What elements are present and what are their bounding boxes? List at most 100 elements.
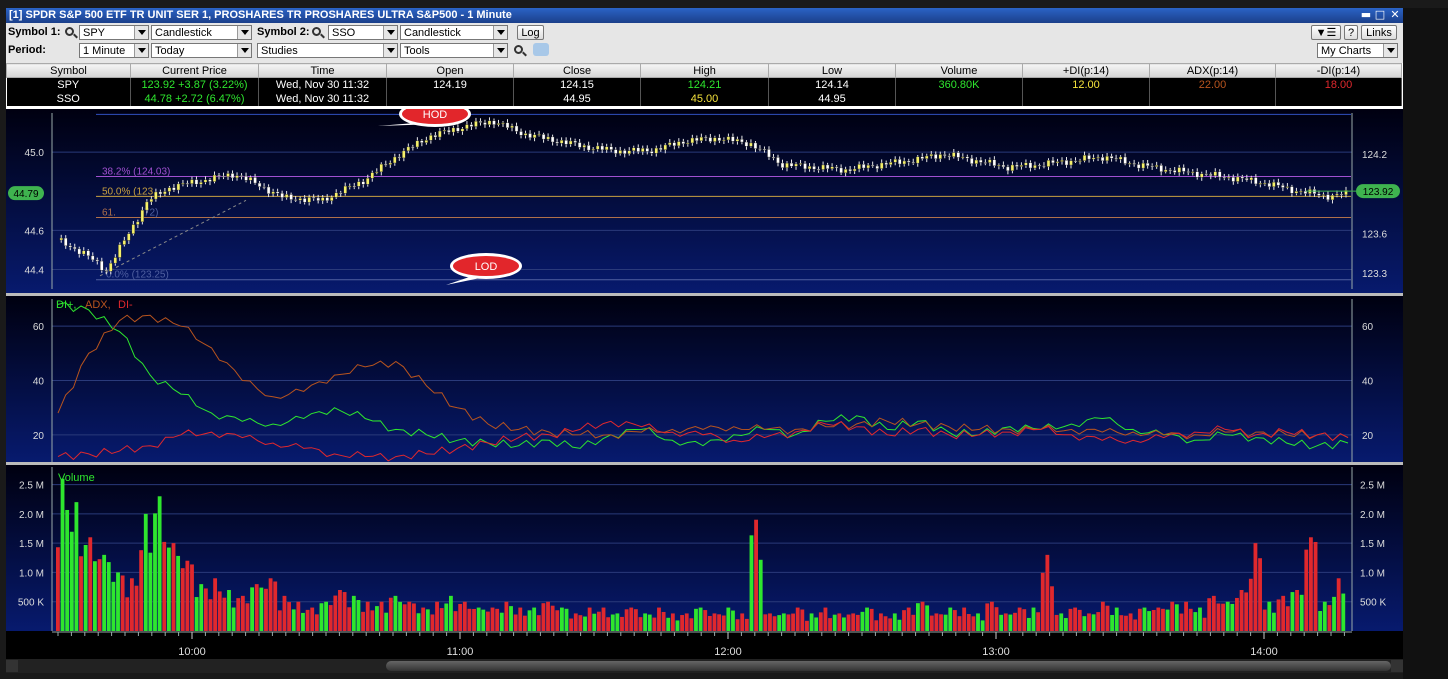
- candle-body: [1172, 170, 1177, 173]
- right-tick-label: 2.5 M: [1360, 481, 1385, 492]
- my-charts-select[interactable]: My Charts: [1317, 43, 1398, 58]
- candle-body: [704, 136, 708, 139]
- candle-body: [176, 183, 181, 191]
- volume-bar: [65, 509, 70, 631]
- volume-bar: [846, 614, 851, 631]
- volume-bar: [1276, 599, 1281, 631]
- chevron-down-icon[interactable]: [134, 26, 148, 39]
- candle-body: [1163, 169, 1168, 173]
- volume-bar: [1161, 608, 1165, 631]
- column-header[interactable]: Close: [513, 63, 641, 78]
- chart-canvas[interactable]: 45.0 44.6 44.4 124.2 123.6 123.3 38.2% (124.03…: [6, 109, 1403, 669]
- column-header[interactable]: -DI(p:14): [1275, 63, 1402, 78]
- column-header[interactable]: Low: [768, 63, 896, 78]
- column-header[interactable]: +DI(p:14): [1022, 63, 1150, 78]
- candle-body: [194, 179, 199, 185]
- candle-body: [1109, 155, 1114, 159]
- studies-select[interactable]: Studies: [257, 43, 398, 58]
- volume-bar: [569, 618, 574, 631]
- chart-type2-select[interactable]: Candlestick: [400, 25, 508, 40]
- volume-bar: [633, 609, 638, 631]
- column-header[interactable]: Current Price: [130, 63, 259, 78]
- cell-symbol: SPY: [6, 77, 131, 92]
- volume-bar: [980, 620, 985, 631]
- help-button[interactable]: ?: [1344, 25, 1358, 40]
- column-header[interactable]: Open: [386, 63, 514, 78]
- candle-body: [1132, 163, 1136, 165]
- scroll-left-icon[interactable]: [6, 660, 18, 672]
- symbol2-input[interactable]: SSO: [328, 25, 398, 40]
- tools-select[interactable]: Tools: [400, 43, 508, 58]
- volume-bar: [1313, 541, 1318, 631]
- volume-bar: [157, 496, 162, 631]
- volume-bar: [638, 617, 643, 631]
- candle-body: [1231, 176, 1236, 182]
- candle-body: [109, 262, 113, 272]
- table-row[interactable]: SPY 123.92 +3.87 (3.22%) Wed, Nov 30 11:…: [6, 77, 1402, 92]
- candle-body: [1213, 171, 1217, 176]
- scroll-right-icon[interactable]: [1391, 660, 1403, 672]
- chevron-down-icon[interactable]: [1383, 44, 1397, 57]
- volume-bar: [1073, 607, 1078, 631]
- chevron-down-icon[interactable]: [383, 26, 397, 39]
- chart-type1-select[interactable]: Candlestick: [151, 25, 252, 40]
- links-button[interactable]: Links: [1361, 25, 1397, 40]
- candle-body: [397, 156, 402, 159]
- volume-bar: [88, 537, 93, 631]
- chevron-down-icon[interactable]: [134, 44, 148, 57]
- column-header[interactable]: High: [640, 63, 769, 78]
- period-select[interactable]: 1 Minute: [79, 43, 149, 58]
- range-select[interactable]: Today: [151, 43, 252, 58]
- candle-body: [595, 145, 600, 150]
- chevron-down-icon[interactable]: [493, 44, 507, 57]
- menu-button[interactable]: ▼☰: [1311, 25, 1341, 40]
- candle-body: [64, 237, 68, 247]
- candle-body: [726, 136, 731, 141]
- zoom-icon[interactable]: [514, 45, 523, 54]
- symbol1-search-icon[interactable]: [65, 27, 74, 36]
- volume-bar: [726, 607, 731, 631]
- volume-bar: [735, 619, 740, 631]
- candle-body: [311, 197, 316, 199]
- column-header[interactable]: Volume: [895, 63, 1023, 78]
- scroll-thumb[interactable]: [386, 661, 1391, 671]
- candle-body: [857, 164, 861, 170]
- horizontal-scrollbar[interactable]: [6, 659, 1403, 673]
- column-header[interactable]: Time: [258, 63, 387, 78]
- close-icon[interactable]: ✕: [1389, 9, 1401, 21]
- chevron-down-icon[interactable]: [493, 26, 507, 39]
- column-header[interactable]: ADX(p:14): [1149, 63, 1276, 78]
- candle-body: [136, 221, 140, 225]
- chevron-down-icon[interactable]: [237, 26, 251, 39]
- candle-body: [1191, 171, 1195, 173]
- volume-bar: [1299, 594, 1304, 631]
- current-price-right: 123.92: [1363, 187, 1394, 198]
- candle-body: [1326, 194, 1330, 201]
- candle-body: [510, 125, 514, 129]
- candle-body: [627, 150, 631, 155]
- volume-bar: [800, 609, 805, 631]
- symbol1-input[interactable]: SPY: [79, 25, 149, 40]
- log-button[interactable]: Log: [517, 25, 544, 40]
- volume-bar: [1198, 607, 1202, 631]
- maximize-icon[interactable]: □: [1374, 9, 1386, 21]
- volume-bar: [596, 611, 601, 631]
- column-header[interactable]: Symbol: [6, 63, 131, 78]
- minimize-icon[interactable]: ▬: [1360, 9, 1372, 21]
- chevron-down-icon[interactable]: [383, 44, 397, 57]
- candle-body: [970, 158, 974, 164]
- chat-icon[interactable]: [533, 43, 549, 56]
- chevron-down-icon[interactable]: [237, 44, 251, 57]
- symbol2-search-icon[interactable]: [312, 27, 321, 36]
- candle-body: [91, 255, 95, 261]
- candle-body: [744, 141, 749, 147]
- table-row[interactable]: SSO 44.78 +2.72 (6.47%) Wed, Nov 30 11:3…: [6, 92, 1402, 106]
- candle-body: [600, 145, 604, 151]
- candle-body: [1154, 165, 1159, 167]
- candle-body: [280, 192, 284, 198]
- candle-body: [758, 148, 762, 150]
- volume-bar: [1165, 609, 1170, 631]
- volume-bar: [939, 614, 943, 631]
- candle-body: [501, 122, 505, 124]
- volume-bar: [1230, 603, 1235, 631]
